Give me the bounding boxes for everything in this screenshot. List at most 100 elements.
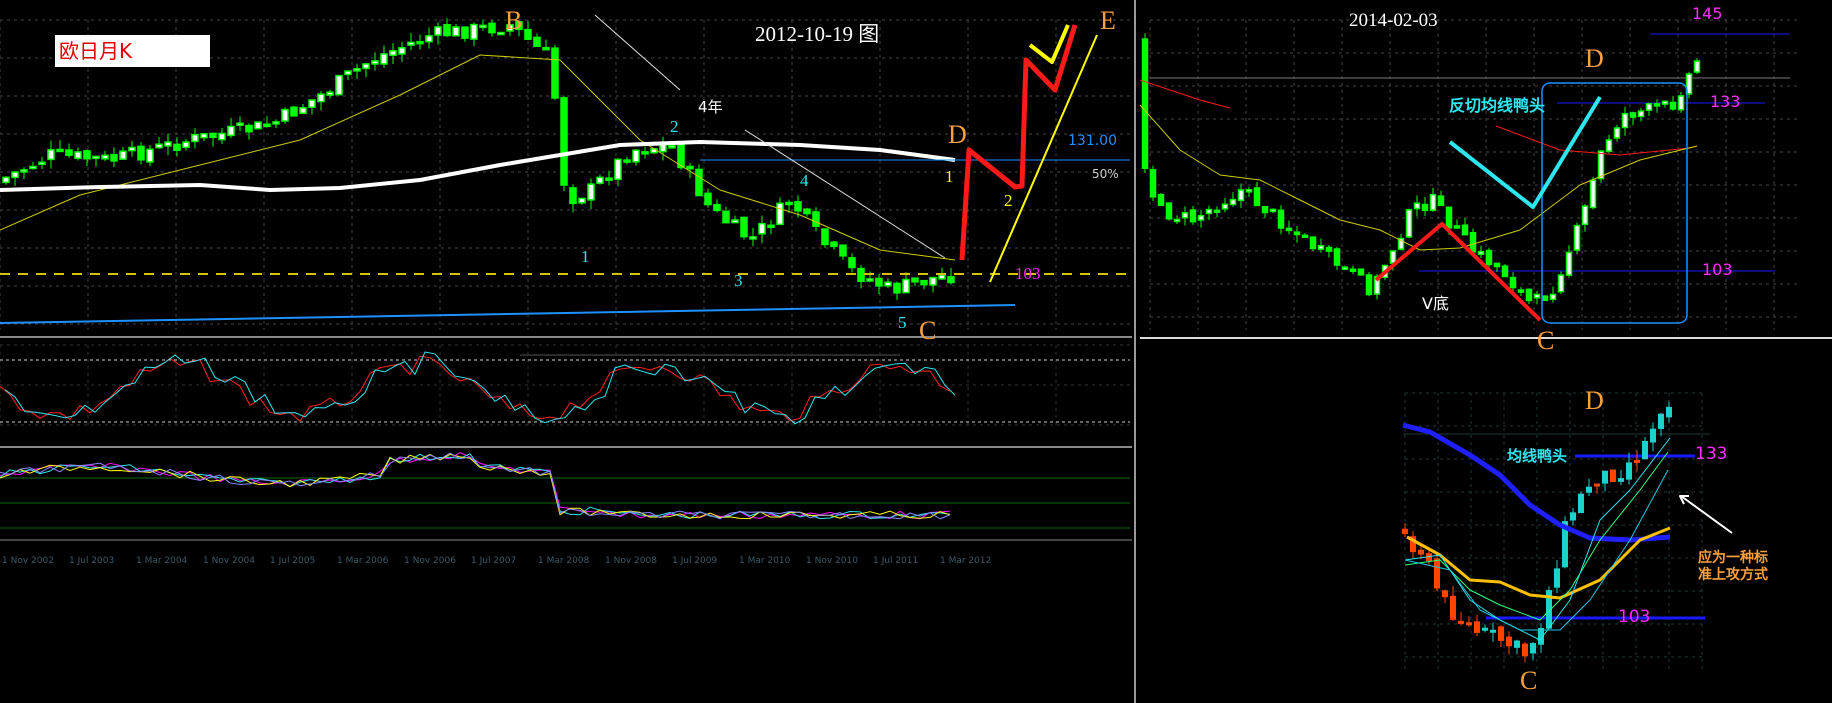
candle-body [1429, 193, 1437, 211]
date-axis-label: 1 Jul 2005 [270, 556, 316, 566]
candle-body [1333, 248, 1341, 266]
candle-body [155, 143, 163, 149]
candle-body [1237, 189, 1245, 202]
candle-body [1522, 643, 1528, 657]
candle-body [1549, 293, 1557, 301]
date-axis-label: 1 Nov 2010 [806, 556, 858, 566]
candle-body [272, 121, 280, 125]
candle-body [1506, 636, 1512, 647]
candle-body [1165, 202, 1173, 220]
right-top-level-133: 133 [1710, 92, 1741, 111]
right-bottom-label-C: C [1520, 666, 1538, 695]
candle-body [263, 123, 271, 128]
candle-body [1317, 244, 1325, 250]
candle-body [1554, 568, 1560, 588]
candle-body [65, 149, 73, 156]
candle-body [1453, 225, 1461, 229]
date-axis-label: 1 Jul 2011 [873, 556, 919, 566]
candle-body [110, 153, 118, 162]
projection-path-red [959, 24, 1078, 261]
candle-body [1405, 209, 1413, 238]
oscillator-main-cyan [4, 351, 956, 425]
candle-body [1626, 462, 1632, 480]
candle-body [146, 148, 154, 163]
candle-body [308, 99, 316, 108]
candle-body [1613, 127, 1621, 139]
candle-body [1173, 218, 1181, 223]
candle-body [1541, 295, 1549, 302]
candle-body [830, 241, 838, 248]
candle-body [119, 150, 127, 160]
date-axis-label: 1 Nov 2008 [605, 556, 657, 566]
candle-body [893, 282, 901, 294]
candle-body [1610, 469, 1616, 483]
candle-body [1469, 231, 1477, 253]
indicator-line [0, 453, 951, 520]
right-top-label-D: D [1585, 44, 1604, 73]
candle-body [560, 97, 568, 186]
candle-body [1301, 234, 1309, 239]
candle-body [1482, 627, 1488, 631]
candle-body [1413, 202, 1421, 210]
candle-body [11, 171, 19, 179]
candle-body [713, 203, 721, 212]
span-label: 4年 [698, 98, 723, 116]
candle-body [929, 276, 937, 286]
candle-body [1669, 101, 1677, 110]
candle-body [1205, 208, 1213, 215]
candle-body [1605, 139, 1613, 152]
candle-body [245, 124, 253, 133]
candle-body [632, 149, 640, 163]
candle-body [1149, 169, 1157, 198]
candle-body [425, 35, 433, 43]
candle-body [1277, 209, 1285, 229]
projection-label-2: 2 [1004, 191, 1013, 210]
ma-red [1139, 79, 1231, 109]
candle-body [47, 149, 55, 161]
candle-body [218, 132, 226, 141]
date-axis-label: 1 Jul 2009 [672, 556, 718, 566]
candle-body [1349, 268, 1357, 273]
candle-body [335, 74, 343, 96]
note-line-2: 准上攻方式 [1698, 567, 1768, 583]
candle-body [794, 201, 802, 212]
candle-body [1341, 266, 1349, 270]
candle-body [605, 177, 613, 181]
candle-body [587, 183, 595, 201]
right-bottom-label-D: D [1585, 386, 1604, 415]
candle-body [1477, 250, 1485, 255]
right-bottom-level-133: 133 [1695, 444, 1728, 464]
candle-body [1634, 460, 1640, 464]
candle-body [128, 146, 136, 152]
candle-body [74, 151, 82, 160]
projection-trendline-yellow [989, 34, 1098, 283]
candle-body [1677, 95, 1685, 111]
wave-label-4: 4 [800, 171, 809, 190]
candle-body [686, 165, 694, 170]
candle-body [884, 281, 892, 287]
candle-body [443, 23, 451, 37]
date-axis-label: 1 Nov 2006 [404, 556, 456, 566]
candle-body [344, 70, 352, 76]
candle-body [1621, 112, 1629, 129]
candle-body [911, 277, 919, 283]
candle-body [1141, 38, 1149, 170]
indicator-line [0, 453, 951, 520]
candle-body [236, 122, 244, 126]
candle-body [1197, 214, 1205, 221]
date-axis-label: 1 Nov 2004 [203, 556, 255, 566]
candle-body [623, 159, 631, 163]
candle-body [56, 148, 64, 153]
candle-body [875, 277, 883, 287]
candle-body [1458, 620, 1464, 624]
oscillator-signal-red [0, 355, 951, 422]
candle-body [578, 197, 586, 204]
candle-body [1525, 288, 1533, 302]
candle-body [1485, 249, 1493, 266]
wave-label-B: B [505, 6, 523, 35]
candle-body [938, 274, 946, 280]
candle-body [164, 141, 172, 147]
candle-body [1498, 626, 1504, 641]
candle-body [299, 107, 307, 114]
date-axis-label: 1 Mar 2008 [538, 556, 590, 566]
